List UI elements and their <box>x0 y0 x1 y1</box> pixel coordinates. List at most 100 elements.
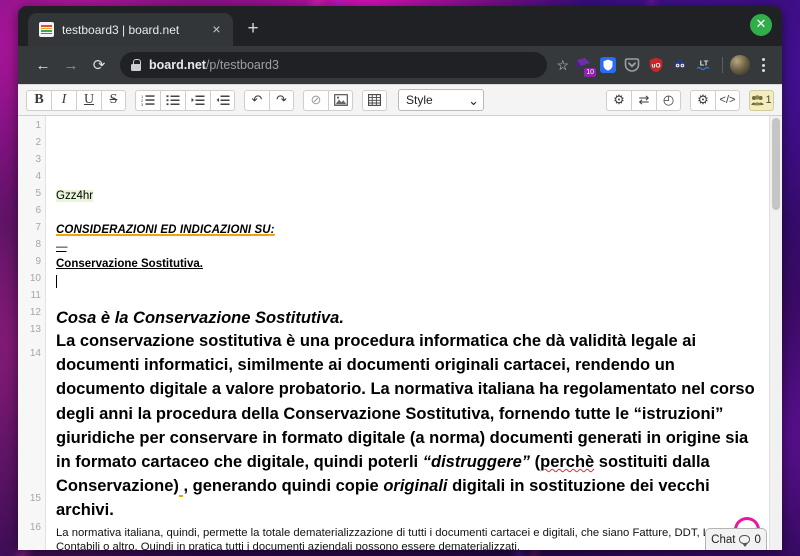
timeslider-history-button[interactable]: ◴ <box>656 90 681 111</box>
bold-button[interactable]: B <box>26 90 51 111</box>
doc-line-9-text: Conservazione Sostitutiva. <box>56 258 203 270</box>
pad-document[interactable]: Gzz4hr CONSIDERAZIONI ED INDICAZIONI SU:… <box>46 116 782 550</box>
url-domain: board.net <box>149 58 206 72</box>
redo-button[interactable]: ↷ <box>269 90 294 111</box>
outdent-button[interactable] <box>210 90 235 111</box>
line-number: 15 <box>18 493 45 522</box>
new-tab-button[interactable]: + <box>239 15 267 43</box>
italic-button[interactable]: I <box>51 90 76 111</box>
highlighted-text: Gzz4hr <box>56 190 93 202</box>
doc-line-11 <box>56 290 760 307</box>
bookmark-star-icon[interactable]: ☆ <box>556 57 571 74</box>
underline-button[interactable]: U <box>76 90 101 111</box>
doc-line-8: — <box>56 239 760 256</box>
style-select[interactable]: Style ⌄ <box>398 89 484 111</box>
embed-code-button[interactable]: </> <box>715 90 740 111</box>
doc-line-13-paragraph: La conservazione sostitutiva è una proce… <box>56 329 760 523</box>
back-icon[interactable]: ← <box>30 52 56 78</box>
line-number: 1 <box>18 120 45 137</box>
tab-strip: testboard3 | board.net × + ✕ <box>18 6 782 46</box>
chevron-down-icon: ⌄ <box>468 96 479 105</box>
connected-users-button[interactable]: 1 <box>749 90 774 111</box>
line-number: 7 <box>18 222 45 239</box>
editor-body: 1 2 3 4 5 6 7 8 9 10 11 12 13 14 15 16 <box>18 116 782 550</box>
pocket-extension[interactable] <box>621 54 643 76</box>
body-text-quote-distruggere: “distruggere” <box>423 453 530 471</box>
toolbar-group-format: B I U S <box>26 90 126 111</box>
doc-line-3 <box>56 154 760 171</box>
import-export-button[interactable]: ⇄ <box>631 90 656 111</box>
reload-icon[interactable]: ⟳ <box>86 52 112 78</box>
settings-gear-small-button[interactable]: ⚙ <box>606 90 631 111</box>
toolbar-group-insert: ⊘ <box>303 90 353 111</box>
doc-line-7-text: CONSIDERAZIONI ED INDICAZIONI SU: <box>56 224 275 236</box>
indent-button[interactable] <box>185 90 210 111</box>
line-number: 10 <box>18 273 45 290</box>
toolbar-group-right-b: ⚙ </> <box>690 90 740 111</box>
insert-table-button[interactable] <box>362 90 387 111</box>
clear-authorship-colors-button[interactable]: ⊘ <box>303 90 328 111</box>
profile-avatar[interactable] <box>730 55 750 75</box>
line-number: 11 <box>18 290 45 307</box>
line-number: 12 <box>18 307 45 324</box>
chat-widget[interactable]: Chat 0 <box>705 528 767 550</box>
toolbar-group-history: ↶ ↷ <box>244 90 294 111</box>
languagetool-extension[interactable]: LT <box>693 54 715 76</box>
connected-users-count: 1 <box>765 94 771 106</box>
insert-image-button[interactable] <box>328 90 353 111</box>
chat-count: 0 <box>754 534 760 546</box>
body-text-originali: originali <box>383 477 447 495</box>
line-number: 8 <box>18 239 45 256</box>
svg-text:3: 3 <box>141 102 144 106</box>
doc-line-7: CONSIDERAZIONI ED INDICAZIONI SU: <box>56 222 760 239</box>
bookmark-manager-extension[interactable]: 10 <box>573 54 595 76</box>
body-text-4: , generando quindi copie <box>183 477 383 495</box>
ordered-list-button[interactable]: 1 2 3 <box>135 90 160 111</box>
doc-line-14-paragraph: La normativa italiana, quindi, permette … <box>56 526 760 550</box>
ublock-origin-extension[interactable]: uO <box>645 54 667 76</box>
window-close-button[interactable]: ✕ <box>750 14 772 36</box>
browser-toolbar: ← → ⟳ board.net/p/testboard3 ☆ 10 <box>18 46 782 84</box>
para14-text-c: . <box>517 541 520 550</box>
line-number: 14 <box>18 348 45 493</box>
toolbar-group-lists: 1 2 3 <box>135 90 235 111</box>
pad-settings-button[interactable]: ⚙ <box>690 90 715 111</box>
unordered-list-button[interactable] <box>160 90 185 111</box>
doc-line-4 <box>56 171 760 188</box>
address-bar[interactable]: board.net/p/testboard3 <box>120 52 547 78</box>
browser-menu-icon[interactable] <box>752 58 774 72</box>
strikethrough-button[interactable]: S <box>101 90 126 111</box>
forward-icon[interactable]: → <box>58 52 84 78</box>
shield-privacy-extension[interactable] <box>597 54 619 76</box>
doc-line-1 <box>56 120 760 137</box>
svg-text:uO: uO <box>651 62 660 69</box>
chat-bubble-icon <box>739 535 750 544</box>
style-select-value: Style <box>406 93 433 107</box>
toolbar-group-right-a: ⚙ ⇄ ◴ <box>606 90 681 111</box>
doc-line-12-heading: Cosa è la Conservazione Sostitutiva. <box>56 307 760 329</box>
editor-scrollbar[interactable] <box>769 116 782 550</box>
chat-label: Chat <box>711 534 735 546</box>
spellcheck-word-perche: perchè <box>540 453 594 471</box>
darkreader-extension[interactable] <box>669 54 691 76</box>
extension-badge: 10 <box>584 68 596 77</box>
browser-window: testboard3 | board.net × + ✕ ← → ⟳ board… <box>18 6 782 550</box>
line-number: 4 <box>18 171 45 188</box>
line-number-gutter: 1 2 3 4 5 6 7 8 9 10 11 12 13 14 15 16 <box>18 116 46 550</box>
body-text-2: ( <box>530 453 540 471</box>
address-bar-url: board.net/p/testboard3 <box>149 58 279 72</box>
toolbar-group-table <box>362 90 387 111</box>
doc-line-8-text: — <box>56 241 67 253</box>
line-number: 5 <box>18 188 45 205</box>
heading-text: Cosa è la Conservazione Sostitutiva. <box>56 309 344 327</box>
line-number: 2 <box>18 137 45 154</box>
line-number: 9 <box>18 256 45 273</box>
scrollbar-thumb[interactable] <box>772 118 780 210</box>
undo-button[interactable]: ↶ <box>244 90 269 111</box>
toolbar-divider <box>722 57 723 73</box>
board-favicon <box>39 22 54 37</box>
close-icon[interactable]: × <box>208 21 225 38</box>
browser-tab[interactable]: testboard3 | board.net × <box>28 13 233 46</box>
line-number: 3 <box>18 154 45 171</box>
users-icon <box>751 95 764 106</box>
